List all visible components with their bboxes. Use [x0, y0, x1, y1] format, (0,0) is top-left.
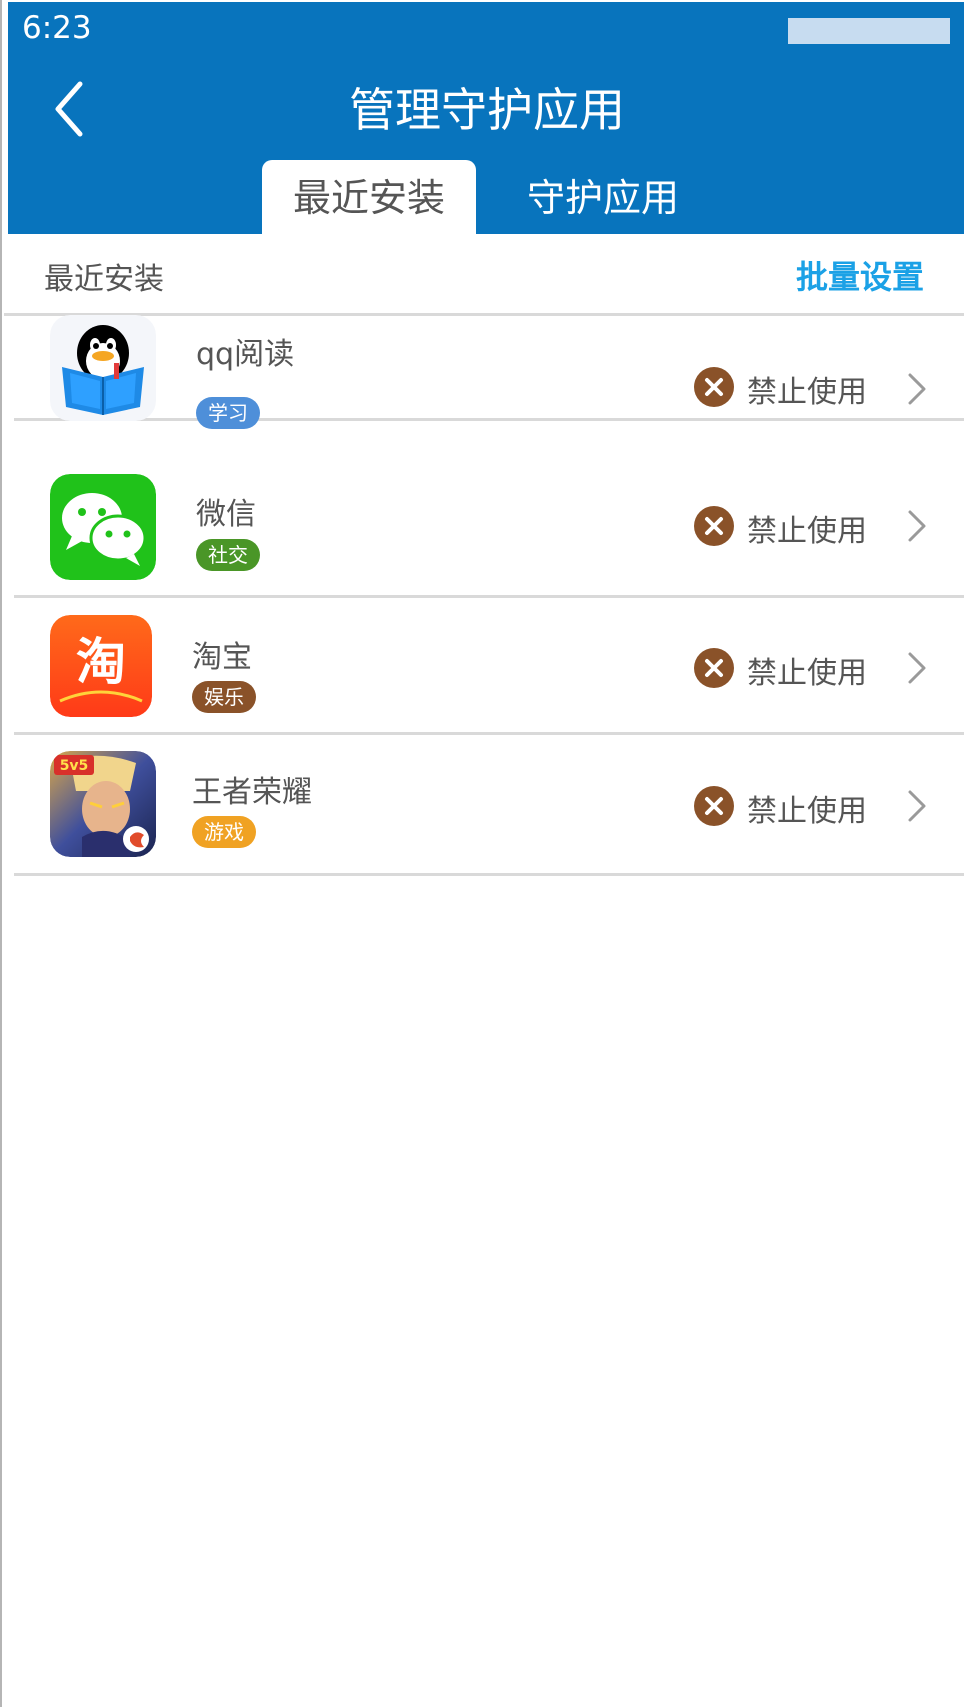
- section-bar: 最近安装 批量设置: [4, 234, 964, 316]
- app-category-tag: 游戏: [192, 816, 256, 848]
- block-icon: [694, 786, 734, 826]
- block-icon: [694, 367, 734, 407]
- app-category-tag: 学习: [196, 397, 260, 429]
- svg-text:淘: 淘: [76, 633, 126, 691]
- chevron-right-icon: [908, 510, 926, 542]
- block-status-label: 禁止使用: [747, 375, 867, 410]
- batch-settings-button[interactable]: 批量设置: [796, 252, 924, 298]
- app-row-qq-reading[interactable]: qq阅读 学习 禁止使用: [14, 315, 964, 429]
- block-icon: [694, 648, 734, 688]
- wechat-icon: [50, 474, 156, 580]
- block-status-label: 禁止使用: [747, 794, 867, 829]
- app-row-honor-of-kings[interactable]: 5v5 王者荣耀 游戏 禁止使用: [14, 735, 964, 876]
- tab-guarded-apps[interactable]: 守护应用: [498, 160, 708, 236]
- block-status-label: 禁止使用: [747, 514, 867, 549]
- app-name: 微信: [196, 497, 256, 532]
- app-row-wechat[interactable]: 微信 社交 禁止使用: [14, 457, 964, 598]
- qq-reading-icon: [50, 315, 156, 421]
- app-name: 淘宝: [192, 640, 252, 675]
- block-status-label: 禁止使用: [747, 656, 867, 691]
- battery-indicator: [788, 18, 950, 44]
- header: 6:23 管理守护应用 最近安装 守护应用: [8, 2, 964, 236]
- status-time: 6:23: [22, 10, 92, 46]
- svg-text:5v5: 5v5: [60, 758, 89, 774]
- honor-of-kings-icon: 5v5: [50, 751, 156, 857]
- taobao-icon: 淘: [50, 615, 152, 717]
- chevron-right-icon: [908, 373, 926, 405]
- section-title: 最近安装: [44, 262, 164, 297]
- chevron-right-icon: [908, 652, 926, 684]
- app-name: qq阅读: [196, 337, 295, 372]
- app-row-taobao[interactable]: 淘 淘宝 娱乐 禁止使用: [14, 598, 964, 735]
- page-title: 管理守护应用: [349, 83, 625, 137]
- tab-recent-installs[interactable]: 最近安装: [262, 160, 476, 236]
- app-category-tag: 社交: [196, 539, 260, 571]
- app-category-tag: 娱乐: [192, 681, 256, 713]
- block-icon: [694, 506, 734, 546]
- app-name: 王者荣耀: [192, 775, 312, 810]
- app-screen: 6:23 管理守护应用 最近安装 守护应用 最近安装 批量设置 qq阅读 学习 …: [0, 0, 964, 1707]
- chevron-right-icon: [908, 790, 926, 822]
